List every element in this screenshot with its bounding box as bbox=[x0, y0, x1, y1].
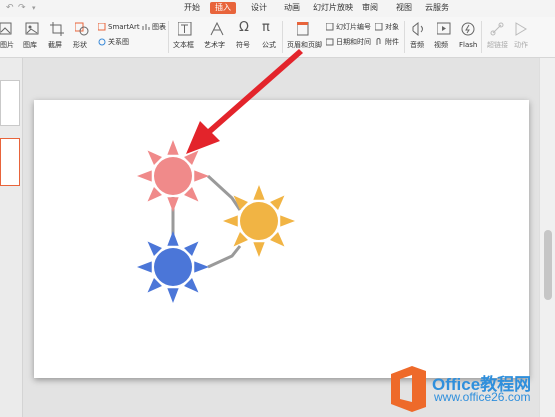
sun-ray bbox=[194, 261, 209, 273]
connector-line[interactable] bbox=[207, 245, 242, 269]
sun-ray bbox=[167, 231, 179, 246]
sun-core bbox=[240, 202, 278, 240]
sun-ray bbox=[280, 215, 295, 227]
slide-diagram bbox=[137, 49, 303, 303]
sun-ray bbox=[137, 261, 152, 273]
sun-ray bbox=[167, 288, 179, 303]
sun-core bbox=[154, 248, 192, 286]
red-arrow-annotation bbox=[186, 49, 303, 154]
connector-line[interactable] bbox=[206, 174, 242, 211]
sun-shape-pink[interactable] bbox=[137, 140, 209, 212]
watermark-url: www.office26.com bbox=[434, 390, 531, 404]
sun-ray bbox=[137, 170, 152, 182]
sun-shape-blue[interactable] bbox=[137, 231, 209, 303]
sun-ray bbox=[253, 185, 265, 200]
sun-shape-yellow[interactable] bbox=[223, 185, 295, 257]
office-logo-icon bbox=[391, 366, 426, 412]
sun-ray bbox=[194, 170, 209, 182]
sun-ray bbox=[167, 140, 179, 155]
sun-ray bbox=[253, 242, 265, 257]
sun-ray bbox=[223, 215, 238, 227]
sun-ray bbox=[167, 197, 179, 212]
sun-core bbox=[154, 157, 192, 195]
